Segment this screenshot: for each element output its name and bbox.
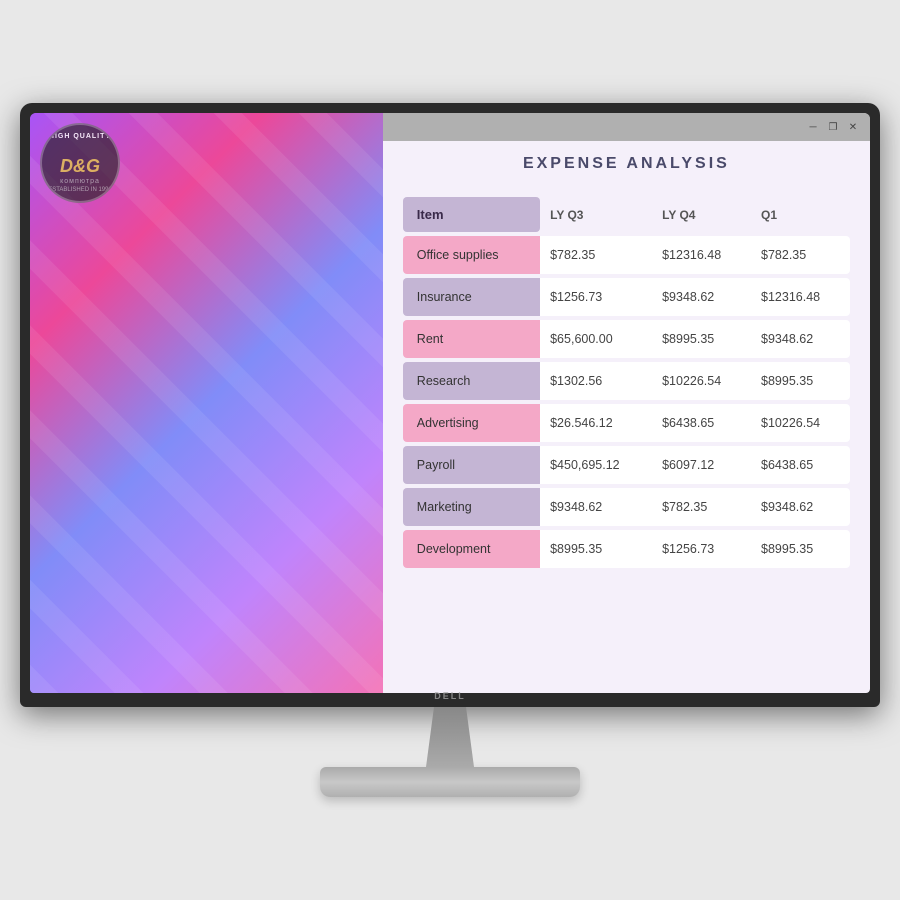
cell-lyq3-6: $9348.62 [540, 488, 652, 526]
cell-lyq3-5: $450,695.12 [540, 446, 652, 484]
cell-lyq3-2: $65,600.00 [540, 320, 652, 358]
dell-logo: DELL [434, 691, 466, 701]
cell-lyq4-5: $6097.12 [652, 446, 751, 484]
monitor-inner: HIGH QUALITY D&G компютра ESTABLISHED IN… [30, 113, 870, 693]
stand-neck [410, 707, 490, 767]
cell-q1-7: $8995.35 [751, 530, 850, 568]
table-row: Rent$65,600.00$8995.35$9348.62 [403, 320, 850, 358]
table-header-row: Item LY Q3 LY Q4 Q1 [403, 197, 850, 232]
col-header-lyq4: LY Q4 [652, 197, 751, 232]
titlebar: ─ ❐ ✕ [383, 113, 870, 141]
expense-table: Item LY Q3 LY Q4 Q1 Office supplies$782.… [403, 193, 850, 572]
cell-item-1: Insurance [403, 278, 540, 316]
col-header-lyq3: LY Q3 [540, 197, 652, 232]
page-title: EXPENSE ANALYSIS [403, 155, 850, 173]
cell-item-3: Research [403, 362, 540, 400]
cell-q1-3: $8995.35 [751, 362, 850, 400]
cell-q1-1: $12316.48 [751, 278, 850, 316]
col-header-item: Item [403, 197, 540, 232]
cell-lyq4-4: $6438.65 [652, 404, 751, 442]
watermark: HIGH QUALITY D&G компютра ESTABLISHED IN… [40, 123, 120, 203]
cell-lyq4-2: $8995.35 [652, 320, 751, 358]
cell-q1-6: $9348.62 [751, 488, 850, 526]
cell-lyq4-3: $10226.54 [652, 362, 751, 400]
cell-q1-2: $9348.62 [751, 320, 850, 358]
cell-lyq3-3: $1302.56 [540, 362, 652, 400]
content-area: EXPENSE ANALYSIS Item LY Q3 LY Q4 Q1 Off… [383, 113, 870, 693]
cell-lyq4-7: $1256.73 [652, 530, 751, 568]
watermark-top-text: HIGH QUALITY [49, 133, 111, 140]
minimize-btn[interactable]: ─ [806, 120, 820, 134]
table-row: Research$1302.56$10226.54$8995.35 [403, 362, 850, 400]
screen: HIGH QUALITY D&G компютра ESTABLISHED IN… [30, 113, 870, 693]
cell-item-7: Development [403, 530, 540, 568]
cell-lyq3-7: $8995.35 [540, 530, 652, 568]
monitor-frame: HIGH QUALITY D&G компютра ESTABLISHED IN… [20, 103, 880, 707]
table-row: Office supplies$782.35$12316.48$782.35 [403, 236, 850, 274]
cell-q1-5: $6438.65 [751, 446, 850, 484]
cell-lyq3-1: $1256.73 [540, 278, 652, 316]
cell-q1-4: $10226.54 [751, 404, 850, 442]
stand-base [320, 767, 580, 797]
cell-item-2: Rent [403, 320, 540, 358]
restore-btn[interactable]: ❐ [826, 120, 840, 134]
monitor-wrapper: HIGH QUALITY D&G компютра ESTABLISHED IN… [20, 103, 880, 797]
cell-lyq4-6: $782.35 [652, 488, 751, 526]
table-row: Insurance$1256.73$9348.62$12316.48 [403, 278, 850, 316]
cell-lyq3-0: $782.35 [540, 236, 652, 274]
close-btn[interactable]: ✕ [846, 120, 860, 134]
table-row: Payroll$450,695.12$6097.12$6438.65 [403, 446, 850, 484]
table-row: Marketing$9348.62$782.35$9348.62 [403, 488, 850, 526]
cell-q1-0: $782.35 [751, 236, 850, 274]
cell-lyq4-0: $12316.48 [652, 236, 751, 274]
table-row: Development$8995.35$1256.73$8995.35 [403, 530, 850, 568]
cell-item-4: Advertising [403, 404, 540, 442]
cell-item-6: Marketing [403, 488, 540, 526]
cell-lyq4-1: $9348.62 [652, 278, 751, 316]
watermark-sub: компютра [60, 178, 100, 185]
cell-item-5: Payroll [403, 446, 540, 484]
watermark-established: ESTABLISHED IN 1992 [48, 187, 112, 193]
table-row: Advertising$26.546.12$6438.65$10226.54 [403, 404, 850, 442]
cell-item-0: Office supplies [403, 236, 540, 274]
cell-lyq3-4: $26.546.12 [540, 404, 652, 442]
watermark-logo: D&G [60, 156, 100, 177]
col-header-q1: Q1 [751, 197, 850, 232]
